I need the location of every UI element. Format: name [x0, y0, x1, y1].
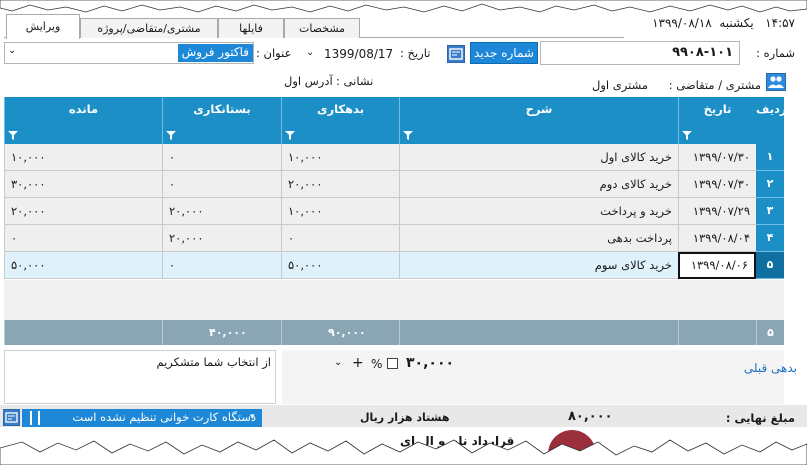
table-row-selected[interactable]: ۵ ۱۳۹۹/۰۸/۰۶ خرید کالای سوم ۵۰,۰۰۰ ۰ ۵۰,… — [4, 252, 784, 279]
customer-icon[interactable] — [766, 73, 786, 91]
totals-count: ۵ — [756, 320, 784, 345]
tab-strip: ویرایش مشتری/متقاضی/پروژه فایلها مشخصات — [4, 14, 624, 39]
table-row[interactable]: ۲ ۱۳۹۹/۰۷/۳۰ خرید کالای دوم ۲۰,۰۰۰ ۰ ۳۰,… — [4, 171, 784, 198]
clock-date: ۱۳۹۹/۰۸/۱۸ — [652, 16, 712, 30]
column-header-balance[interactable]: مانده — [4, 97, 162, 144]
table-row[interactable]: ۳ ۱۳۹۹/۰۷/۲۹ خرید و پرداخت ۱۰,۰۰۰ ۲۰,۰۰۰… — [4, 198, 784, 225]
final-amount-value: ۸۰,۰۰۰ — [568, 409, 613, 424]
final-amount-words: هشتاد هزار ریال — [360, 411, 450, 424]
active-cell[interactable]: ۱۳۹۹/۰۸/۰۶ — [678, 252, 756, 279]
table-row[interactable]: ۴ ۱۳۹۹/۰۸/۰۴ پرداخت بدهی ۰ ۲۰,۰۰۰ ۰ — [4, 225, 784, 252]
thanks-text: از انتخاب شما متشکریم — [156, 355, 271, 369]
number-field[interactable]: ۹۹۰۸-۱۰۱ — [540, 41, 740, 65]
new-number-button[interactable]: شماره جدید — [470, 42, 538, 64]
table-header: ردیف تاریخ شرح بدهکاری بستانکاری مانده — [4, 97, 787, 144]
customer-value[interactable]: مشتری اول — [592, 78, 648, 92]
tab-files[interactable]: فایلها — [218, 18, 284, 38]
column-header-debit[interactable]: بدهکاری — [281, 97, 399, 144]
tab-edit[interactable]: ویرایش — [6, 14, 80, 39]
discount-amount: ۳۰,۰۰۰ — [406, 355, 455, 371]
number-label: شماره : — [756, 46, 795, 60]
settings-icon[interactable] — [3, 409, 20, 426]
barcode-icon — [30, 411, 40, 425]
column-header-description[interactable]: شرح — [399, 97, 678, 144]
customer-label: مشتری / متقاضی : — [668, 78, 761, 92]
plus-button[interactable]: + — [352, 355, 364, 371]
filter-icon[interactable] — [8, 131, 18, 140]
clock-time: ۱۴:۵۷ — [765, 16, 795, 30]
filter-icon[interactable] — [403, 131, 413, 140]
date-picker[interactable]: ⌄ 1399/08/17 — [304, 44, 398, 64]
totals-row: ۵ ۹۰,۰۰۰ ۴۰,۰۰۰ — [4, 320, 784, 345]
column-header-index[interactable]: ردیف — [756, 97, 787, 144]
tab-customer-project[interactable]: مشتری/متقاضی/پروژه — [80, 18, 218, 38]
totals-debit: ۹۰,۰۰۰ — [281, 320, 399, 345]
column-header-date[interactable]: تاریخ — [678, 97, 756, 144]
column-header-credit[interactable]: بستانکاری — [162, 97, 281, 144]
date-label: تاریخ : — [400, 46, 431, 60]
filter-icon[interactable] — [166, 131, 176, 140]
calculator-icon[interactable] — [447, 45, 465, 63]
title-label: عنوان : — [256, 46, 292, 60]
table-empty-area — [4, 280, 784, 320]
chevron-down-icon: ⌄ — [306, 47, 315, 58]
chevron-down-icon[interactable]: ▾ — [250, 412, 255, 422]
logo-seal — [548, 430, 596, 460]
previous-debt-link[interactable]: بدهی قبلی — [744, 361, 797, 375]
totals-credit: ۴۰,۰۰۰ — [162, 320, 281, 345]
address-value: آدرس اول — [284, 74, 333, 88]
title-value: فاکتور فروش — [177, 44, 253, 62]
contract-text: قرارداد نام و ال ای — [400, 434, 515, 448]
chevron-down-icon[interactable]: ⌄ — [334, 357, 348, 371]
tab-details[interactable]: مشخصات — [284, 18, 360, 38]
notes-box[interactable]: از انتخاب شما متشکریم — [4, 350, 276, 404]
percent-label: % — [371, 357, 383, 371]
filter-icon[interactable] — [285, 131, 295, 140]
clock-day: یکشنبه — [719, 16, 754, 30]
clock: ۱۴:۵۷ یکشنبه ۱۳۹۹/۰۸/۱۸ — [652, 16, 795, 30]
card-reader-status[interactable]: دستگاه کارت خوانی تنظیم نشده است — [22, 409, 262, 427]
table-row[interactable]: ۱ ۱۳۹۹/۰۷/۳۰ خرید کالای اول ۱۰,۰۰۰ ۰ ۱۰,… — [4, 144, 784, 171]
filter-icon[interactable] — [682, 131, 692, 140]
percent-checkbox[interactable] — [387, 358, 398, 369]
title-field[interactable]: ⌄ فاکتور فروش — [4, 42, 254, 64]
final-amount-label: مبلغ نهایی : — [725, 411, 795, 425]
address-label: نشانی : — [336, 74, 374, 88]
chevron-down-icon: ⌄ — [8, 45, 17, 56]
